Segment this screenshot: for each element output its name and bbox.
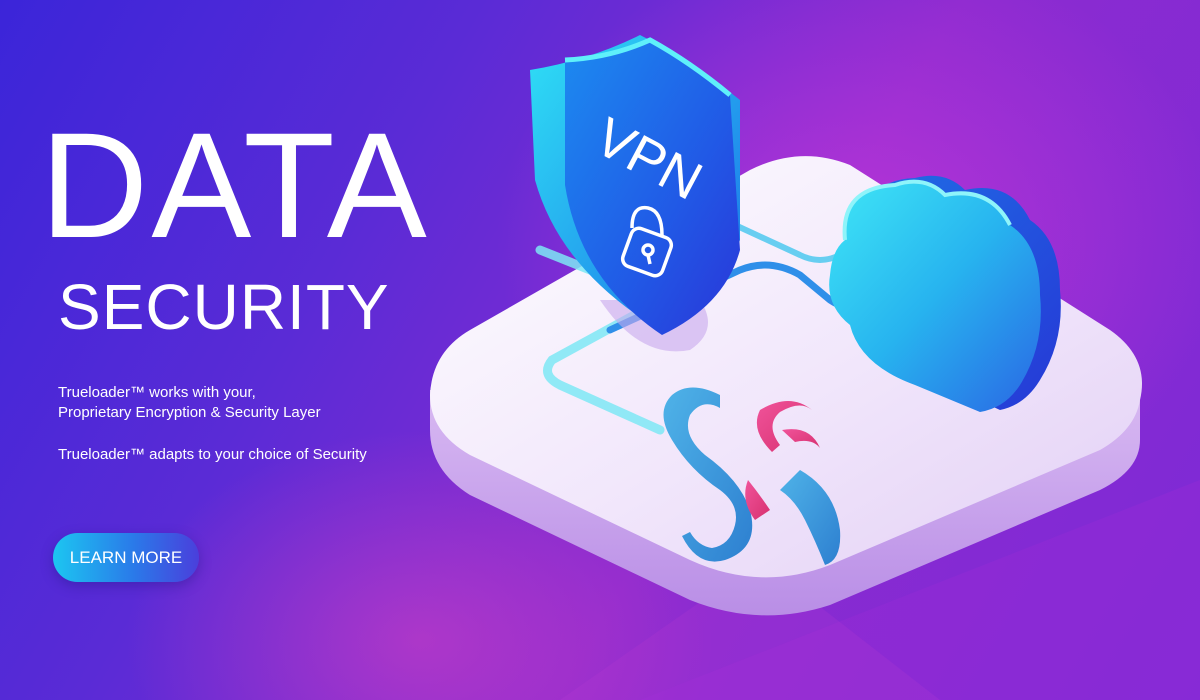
hero-banner: DATA SECURITY Trueloader™ works with you… [0,0,1200,700]
isometric-illustration: VPN [430,35,1142,616]
